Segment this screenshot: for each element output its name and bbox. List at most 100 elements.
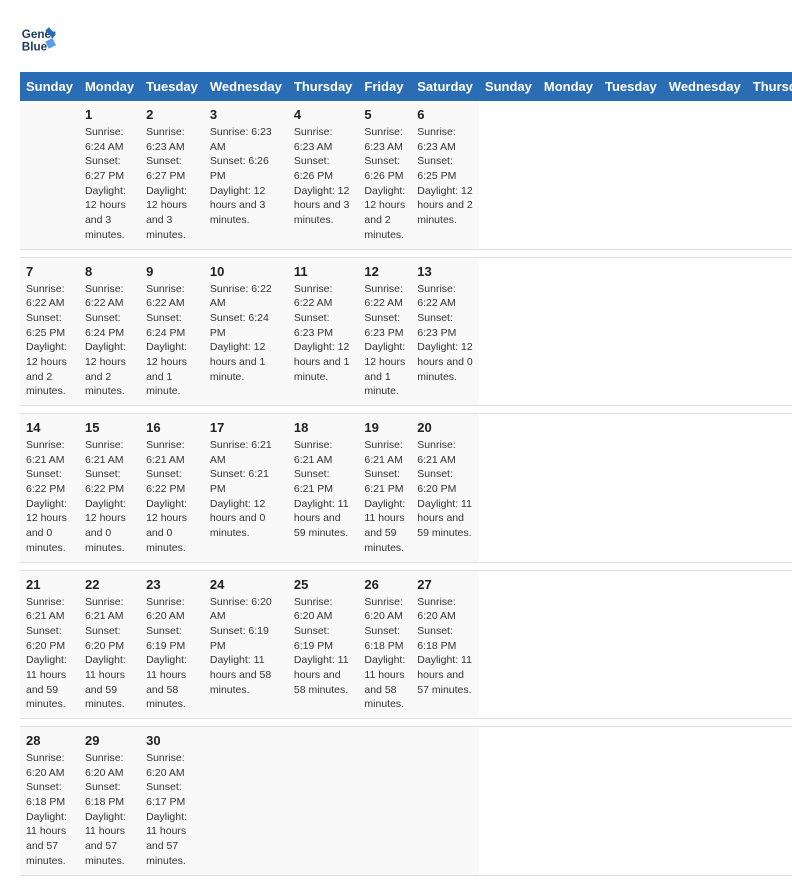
- day-info: Sunrise: 6:20 AMSunset: 6:17 PMDaylight:…: [146, 751, 198, 869]
- day-number: 28: [26, 733, 73, 748]
- day-info: Sunrise: 6:23 AMSunset: 6:26 PMDaylight:…: [210, 125, 282, 228]
- day-number: 18: [294, 420, 353, 435]
- day-number: 2: [146, 107, 198, 122]
- day-info: Sunrise: 6:23 AMSunset: 6:26 PMDaylight:…: [364, 125, 405, 243]
- day-info: Sunrise: 6:22 AMSunset: 6:24 PMDaylight:…: [146, 282, 198, 400]
- day-info: Sunrise: 6:20 AMSunset: 6:19 PMDaylight:…: [294, 595, 353, 698]
- calendar-table: SundayMondayTuesdayWednesdayThursdayFrid…: [20, 72, 792, 876]
- day-info: Sunrise: 6:23 AMSunset: 6:25 PMDaylight:…: [417, 125, 473, 228]
- empty-day: [288, 727, 359, 876]
- calendar-day-8: 8 Sunrise: 6:22 AMSunset: 6:24 PMDaylight…: [79, 257, 140, 406]
- day-number: 4: [294, 107, 353, 122]
- calendar-day-2: 2 Sunrise: 6:23 AMSunset: 6:27 PMDaylight…: [140, 101, 204, 249]
- day-info: Sunrise: 6:20 AMSunset: 6:19 PMDaylight:…: [210, 595, 282, 698]
- calendar-day-29: 29 Sunrise: 6:20 AMSunset: 6:18 PMDayligh…: [79, 727, 140, 876]
- day-number: 10: [210, 264, 282, 279]
- day-info: Sunrise: 6:21 AMSunset: 6:22 PMDaylight:…: [146, 438, 198, 556]
- day-info: Sunrise: 6:23 AMSunset: 6:26 PMDaylight:…: [294, 125, 353, 228]
- calendar-day-16: 16 Sunrise: 6:21 AMSunset: 6:22 PMDayligh…: [140, 414, 204, 563]
- day-info: Sunrise: 6:21 AMSunset: 6:20 PMDaylight:…: [26, 595, 73, 713]
- day-number: 29: [85, 733, 134, 748]
- day-info: Sunrise: 6:21 AMSunset: 6:21 PMDaylight:…: [210, 438, 282, 541]
- day-info: Sunrise: 6:21 AMSunset: 6:22 PMDaylight:…: [85, 438, 134, 556]
- day-number: 1: [85, 107, 134, 122]
- day-number: 12: [364, 264, 405, 279]
- day-number: 22: [85, 577, 134, 592]
- header-thursday: Thursday: [747, 72, 792, 101]
- calendar-day-30: 30 Sunrise: 6:20 AMSunset: 6:17 PMDayligh…: [140, 727, 204, 876]
- day-number: 16: [146, 420, 198, 435]
- header-friday: Friday: [358, 72, 411, 101]
- day-info: Sunrise: 6:21 AMSunset: 6:21 PMDaylight:…: [294, 438, 353, 541]
- calendar-day-13: 13 Sunrise: 6:22 AMSunset: 6:23 PMDayligh…: [411, 257, 479, 406]
- calendar-day-4: 4 Sunrise: 6:23 AMSunset: 6:26 PMDaylight…: [288, 101, 359, 249]
- day-info: Sunrise: 6:22 AMSunset: 6:25 PMDaylight:…: [26, 282, 73, 400]
- day-number: 13: [417, 264, 473, 279]
- calendar-day-12: 12 Sunrise: 6:22 AMSunset: 6:23 PMDayligh…: [358, 257, 411, 406]
- day-number: 25: [294, 577, 353, 592]
- day-info: Sunrise: 6:20 AMSunset: 6:18 PMDaylight:…: [364, 595, 405, 713]
- calendar-week-row: 14 Sunrise: 6:21 AMSunset: 6:22 PMDayligh…: [20, 414, 792, 563]
- day-info: Sunrise: 6:21 AMSunset: 6:21 PMDaylight:…: [364, 438, 405, 556]
- calendar-day-5: 5 Sunrise: 6:23 AMSunset: 6:26 PMDaylight…: [358, 101, 411, 249]
- week-divider: [20, 406, 792, 414]
- calendar-day-14: 14 Sunrise: 6:21 AMSunset: 6:22 PMDayligh…: [20, 414, 79, 563]
- day-info: Sunrise: 6:20 AMSunset: 6:18 PMDaylight:…: [26, 751, 73, 869]
- day-number: 11: [294, 264, 353, 279]
- logo-icon: General Blue: [20, 20, 56, 56]
- day-number: 19: [364, 420, 405, 435]
- day-number: 17: [210, 420, 282, 435]
- day-number: 7: [26, 264, 73, 279]
- week-divider: [20, 719, 792, 727]
- calendar-header-row: SundayMondayTuesdayWednesdayThursdayFrid…: [20, 72, 792, 101]
- header-thursday: Thursday: [288, 72, 359, 101]
- day-number: 30: [146, 733, 198, 748]
- empty-day: [204, 727, 288, 876]
- calendar-day-18: 18 Sunrise: 6:21 AMSunset: 6:21 PMDayligh…: [288, 414, 359, 563]
- day-info: Sunrise: 6:21 AMSunset: 6:22 PMDaylight:…: [26, 438, 73, 556]
- day-number: 26: [364, 577, 405, 592]
- calendar-day-21: 21 Sunrise: 6:21 AMSunset: 6:20 PMDayligh…: [20, 570, 79, 719]
- header-tuesday: Tuesday: [599, 72, 663, 101]
- day-number: 15: [85, 420, 134, 435]
- day-info: Sunrise: 6:22 AMSunset: 6:24 PMDaylight:…: [210, 282, 282, 385]
- day-info: Sunrise: 6:21 AMSunset: 6:20 PMDaylight:…: [85, 595, 134, 713]
- day-number: 8: [85, 264, 134, 279]
- empty-day: [358, 727, 411, 876]
- day-info: Sunrise: 6:22 AMSunset: 6:23 PMDaylight:…: [364, 282, 405, 400]
- calendar-week-row: 1Sunrise: 6:24 AMSunset: 6:27 PMDaylight…: [20, 101, 792, 249]
- day-number: 6: [417, 107, 473, 122]
- day-number: 27: [417, 577, 473, 592]
- day-number: 5: [364, 107, 405, 122]
- week-divider: [20, 249, 792, 257]
- header-monday: Monday: [79, 72, 140, 101]
- empty-day: [20, 101, 79, 249]
- calendar-day-20: 20 Sunrise: 6:21 AMSunset: 6:20 PMDayligh…: [411, 414, 479, 563]
- header-saturday: Saturday: [411, 72, 479, 101]
- header-wednesday: Wednesday: [204, 72, 288, 101]
- logo: General Blue: [20, 20, 56, 56]
- day-info: Sunrise: 6:23 AMSunset: 6:27 PMDaylight:…: [146, 125, 198, 243]
- empty-day: [411, 727, 479, 876]
- header-tuesday: Tuesday: [140, 72, 204, 101]
- calendar-day-17: 17 Sunrise: 6:21 AMSunset: 6:21 PMDayligh…: [204, 414, 288, 563]
- day-number: 3: [210, 107, 282, 122]
- calendar-week-row: 21 Sunrise: 6:21 AMSunset: 6:20 PMDayligh…: [20, 570, 792, 719]
- header-sunday: Sunday: [479, 72, 538, 101]
- day-info: Sunrise: 6:20 AMSunset: 6:18 PMDaylight:…: [417, 595, 473, 698]
- day-number: 24: [210, 577, 282, 592]
- day-info: Sunrise: 6:22 AMSunset: 6:23 PMDaylight:…: [294, 282, 353, 385]
- day-number: 14: [26, 420, 73, 435]
- calendar-day-11: 11 Sunrise: 6:22 AMSunset: 6:23 PMDayligh…: [288, 257, 359, 406]
- day-number: 20: [417, 420, 473, 435]
- day-info: Sunrise: 6:22 AMSunset: 6:23 PMDaylight:…: [417, 282, 473, 385]
- calendar-day-24: 24 Sunrise: 6:20 AMSunset: 6:19 PMDayligh…: [204, 570, 288, 719]
- day-info: Sunrise: 6:20 AMSunset: 6:18 PMDaylight:…: [85, 751, 134, 869]
- header-wednesday: Wednesday: [663, 72, 747, 101]
- calendar-day-23: 23Sunrise: 6:20 AMSunset: 6:19 PMDayligh…: [140, 570, 204, 719]
- day-number: 21: [26, 577, 73, 592]
- calendar-day-1: 1Sunrise: 6:24 AMSunset: 6:27 PMDaylight…: [79, 101, 140, 249]
- day-info: Sunrise: 6:22 AMSunset: 6:24 PMDaylight:…: [85, 282, 134, 400]
- day-info: Sunrise: 6:21 AMSunset: 6:20 PMDaylight:…: [417, 438, 473, 541]
- header-sunday: Sunday: [20, 72, 79, 101]
